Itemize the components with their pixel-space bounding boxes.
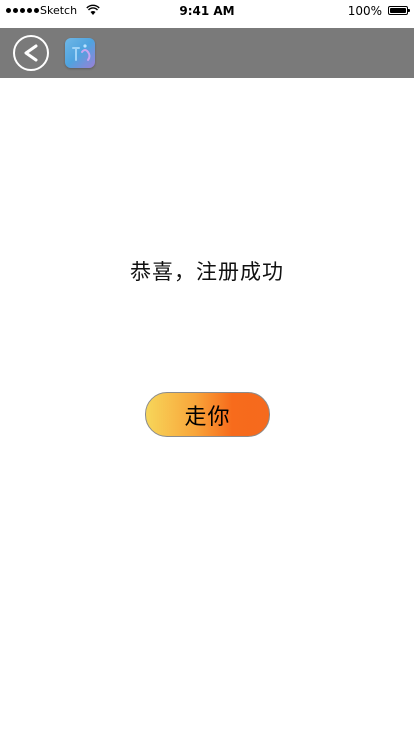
- chevron-left-icon: [24, 44, 38, 62]
- status-bar: Sketch 9:41 AM 100%: [0, 0, 414, 24]
- go-button[interactable]: 走你: [145, 392, 270, 437]
- app-logo-icon: [65, 38, 95, 68]
- battery-icon: [388, 6, 410, 15]
- screen: Sketch 9:41 AM 100% 恭喜，注册成功 走你: [0, 0, 414, 736]
- navigation-bar: [0, 28, 414, 78]
- back-button[interactable]: [13, 35, 49, 71]
- success-message: 恭喜，注册成功: [130, 260, 284, 284]
- battery-percent: 100%: [347, 4, 382, 18]
